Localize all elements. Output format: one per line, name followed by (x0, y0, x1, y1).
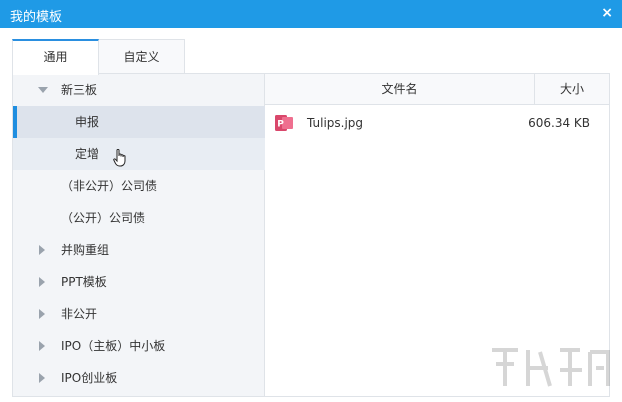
file-row[interactable]: P Tulips.jpg 606.34 KB (265, 108, 609, 138)
caret-right-icon[interactable] (37, 298, 47, 330)
window-title: 我的模板 (10, 10, 63, 25)
category-tree: 新三板 申报 定增 （非公开）公司债 （公开）公司债 并购重组 PPT模板 非公… (13, 74, 265, 396)
caret-right-icon[interactable] (37, 330, 47, 362)
tree-item-nonpublic[interactable]: 非公开 (13, 298, 265, 330)
column-header-size[interactable]: 大小 (535, 74, 609, 105)
tree-item-ppt[interactable]: PPT模板 (13, 266, 265, 298)
tree-item-label: 非公开 (61, 307, 98, 321)
tree-item-label: （非公开）公司债 (61, 179, 158, 193)
tree-item-shenbao[interactable]: 申报 (13, 106, 265, 138)
tree-item-label: （公开）公司债 (61, 211, 146, 225)
tree-item-ipo-gem[interactable]: IPO创业板 (13, 362, 265, 394)
selection-indicator (13, 106, 17, 138)
tree-item-label: PPT模板 (61, 275, 107, 289)
tree-item-label: 定增 (75, 147, 100, 161)
watermark-logo (492, 348, 610, 387)
svg-text:P: P (277, 120, 284, 130)
caret-right-icon[interactable] (37, 362, 47, 394)
tree-item-label: IPO创业板 (61, 371, 118, 385)
caret-down-icon[interactable] (38, 74, 48, 106)
title-bar: 我的模板 × (0, 0, 622, 28)
tree-item-label: 并购重组 (61, 243, 110, 257)
tree-item-xinsanban[interactable]: 新三板 (13, 74, 265, 106)
tree-item-label: IPO（主板）中小板 (61, 339, 166, 353)
tree-item-merger[interactable]: 并购重组 (13, 234, 265, 266)
tree-item-label: 新三板 (61, 83, 98, 97)
tree-item-ipo-main[interactable]: IPO（主板）中小板 (13, 330, 265, 362)
file-size: 606.34 KB (528, 116, 590, 130)
tree-item-public-bond[interactable]: （公开）公司债 (13, 202, 265, 234)
close-icon[interactable]: × (601, 5, 613, 21)
caret-right-icon[interactable] (37, 266, 47, 298)
caret-right-icon[interactable] (37, 234, 47, 266)
tree-item-dingzeng[interactable]: 定增 (13, 138, 265, 170)
hand-cursor-icon (113, 149, 126, 167)
tab-general[interactable]: 通用 (12, 39, 99, 75)
powerpoint-file-icon: P (275, 115, 293, 131)
tree-item-label: 申报 (75, 115, 100, 129)
column-header-filename[interactable]: 文件名 (265, 74, 535, 105)
file-name: Tulips.jpg (307, 116, 364, 130)
tab-custom[interactable]: 自定义 (98, 39, 185, 74)
tree-item-private-bond[interactable]: （非公开）公司债 (13, 170, 265, 202)
